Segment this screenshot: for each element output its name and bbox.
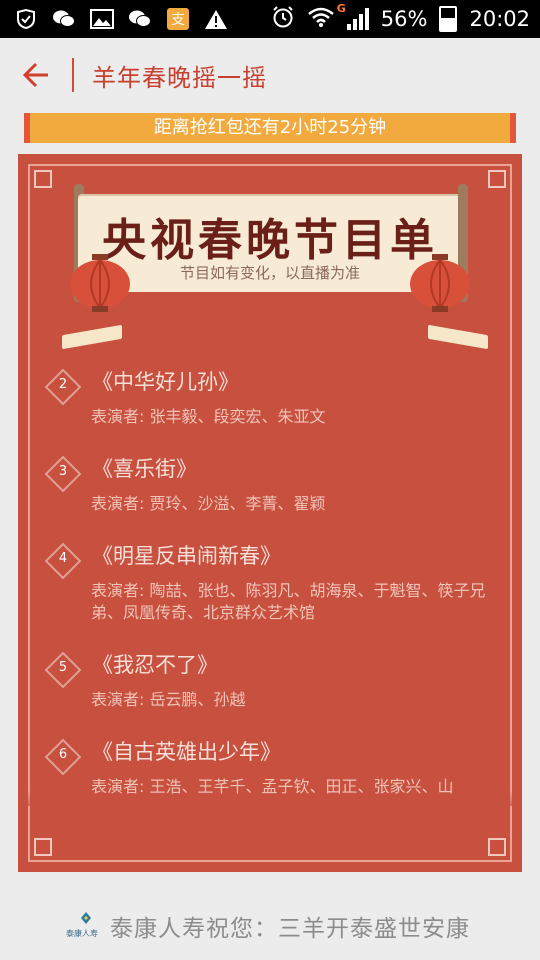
program-number: 4: [58, 551, 68, 566]
banner-title: 央视春晚节目单: [102, 215, 438, 266]
program-number: 5: [58, 660, 68, 675]
banner-subtitle: 节目如有变化，以直播为准: [179, 264, 360, 282]
battery-percent: 56%: [380, 7, 428, 31]
back-button[interactable]: [20, 58, 54, 92]
footer: 泰康人寿 泰康人寿祝您：三羊开泰盛世安康: [0, 892, 540, 960]
scroll-banner: 央视春晚节目单 节目如有变化，以直播为准: [48, 182, 492, 350]
wifi-icon: [307, 6, 335, 33]
program-title: 《我忍不了》: [92, 653, 218, 677]
network-type-label: G: [336, 2, 346, 15]
lantern-icon: [410, 254, 470, 312]
program-performers: 表演者: 张丰毅、段奕宏、朱亚文: [91, 407, 326, 426]
gallery-icon: [90, 7, 114, 31]
program-title: 《明星反串闹新春》: [92, 544, 281, 568]
footer-greeting: 泰康人寿祝您：三羊开泰盛世安康: [110, 916, 470, 942]
program-performers: 表演者: 岳云鹏、孙越: [91, 690, 246, 709]
program-list[interactable]: 2 《中华好儿孙》 表演者: 张丰毅、段奕宏、朱亚文 3 《喜乐街》 表演者: …: [18, 366, 522, 806]
page-title: 羊年春晚摇一摇: [92, 64, 267, 92]
program-title: 《自古英雄出少年》: [92, 740, 281, 764]
red-packet-countdown: 距离抢红包还有2小时25分钟: [24, 113, 516, 143]
program-card: 央视春晚节目单 节目如有变化，以直播为准 2 《中华好儿孙》 表演者: 张丰毅、…: [18, 154, 522, 872]
clock-time: 20:02: [469, 7, 530, 31]
program-title: 《喜乐街》: [92, 457, 197, 481]
corner-ornament: [488, 838, 506, 856]
status-bar: 支 G 56% 20:02: [0, 0, 540, 38]
alipay-icon: 支: [166, 7, 190, 31]
logo-text: 泰康人寿: [66, 929, 98, 938]
svg-text:支: 支: [171, 12, 185, 28]
app-header: 羊年春晚摇一摇: [0, 38, 540, 112]
battery-icon: [439, 6, 458, 32]
corner-ornament: [34, 838, 52, 856]
program-performers: 表演者: 陶喆、张也、陈羽凡、胡海泉、于魁智、筷子兄弟、凤凰传奇、北京群众艺术馆: [91, 581, 486, 622]
arrow-left-icon: [22, 62, 48, 88]
warning-icon: [204, 7, 228, 31]
program-number: 2: [58, 377, 68, 392]
program-title: 《中华好儿孙》: [92, 370, 239, 394]
header-divider: [72, 58, 74, 92]
wechat-icon: [52, 7, 76, 31]
list-fade-overlay: [18, 791, 522, 806]
lantern-icon: [70, 254, 130, 312]
program-number: 6: [58, 747, 68, 762]
program-number: 3: [58, 464, 68, 479]
alarm-icon: [271, 5, 295, 34]
program-performers: 表演者: 贾玲、沙溢、李菁、翟颖: [91, 494, 326, 513]
notification-shield-icon: [14, 7, 38, 31]
wechat-icon: [128, 7, 152, 31]
signal-icon: G: [337, 2, 369, 30]
